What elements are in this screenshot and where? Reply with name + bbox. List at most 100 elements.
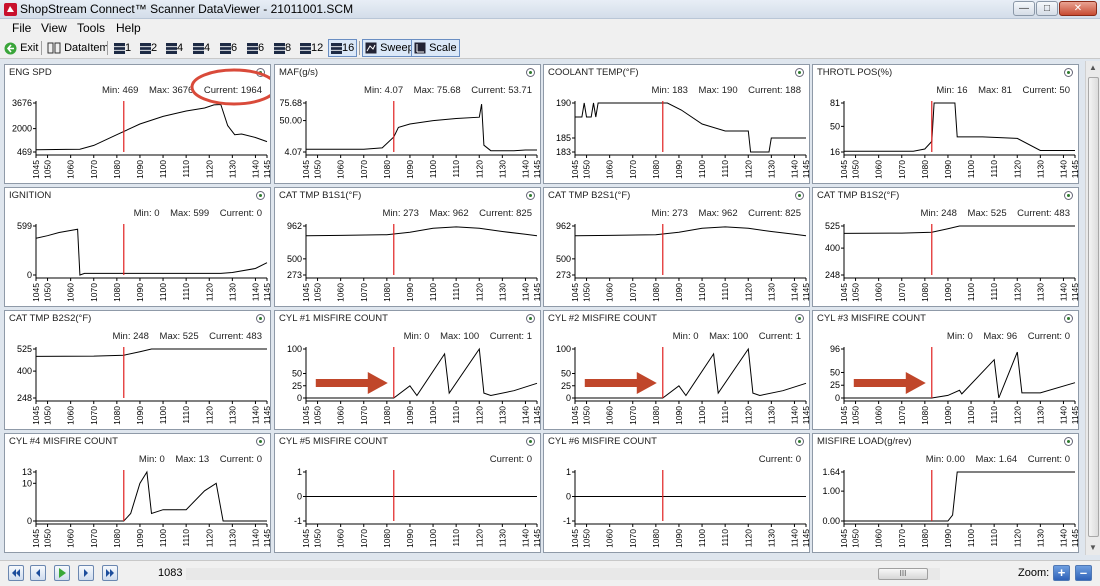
trace-plot: 190 185 183 1045 1050 1060 1070 1080 1090 1100 111… <box>556 98 809 179</box>
exit-button[interactable]: Exit <box>1 39 41 57</box>
x-tick-label: 1140 <box>789 406 799 425</box>
timeline-scrollbar[interactable]: III <box>186 568 940 580</box>
x-tick-label: 1090 <box>674 160 684 179</box>
x-tick-label: 1100 <box>966 160 976 179</box>
graph-panel-cat-tmp-b2s2-f[interactable]: CAT TMP B2S2(°F) Min: 248 Max: 525 Curren… <box>4 310 271 430</box>
graph-panel-cat-tmp-b1s1-f[interactable]: CAT TMP B1S1(°F) Min: 273 Max: 962 Curren… <box>274 187 541 307</box>
layout-4-button[interactable]: 4 <box>163 39 186 57</box>
exit-icon <box>4 42 17 55</box>
graph-panel-cyl-5-misfire-count[interactable]: CYL #5 MISFIRE COUNT Current: 0 1 0 -1 1045 10… <box>274 433 541 553</box>
plot-axes <box>35 347 267 402</box>
jump-end-button[interactable] <box>102 565 118 581</box>
y-tick-label: 1 <box>297 467 302 477</box>
trace-plot: 1310 0 1045 1050 1060 1070 1080 1090 1100 1110 112… <box>22 467 270 548</box>
x-tick-label: 1050 <box>851 160 861 179</box>
trace-plot: 75.68 50.00 4.07 1045 1050 1060 1070 1080 1090 11… <box>279 98 540 179</box>
zoom-in-button[interactable]: + <box>1053 565 1070 581</box>
timeline-thumb[interactable]: III <box>878 568 928 580</box>
step-back-button[interactable] <box>30 565 46 581</box>
data-trace-line <box>36 470 267 522</box>
y-tick-label: 400 <box>17 366 32 376</box>
zoom-out-button[interactable]: – <box>1075 565 1092 581</box>
layout-grid-icon <box>274 42 285 54</box>
x-tick-label: 1090 <box>135 406 145 425</box>
jump-start-button[interactable] <box>8 565 24 581</box>
x-tick-label: 1070 <box>359 283 369 302</box>
maximize-button[interactable]: □ <box>1036 1 1058 16</box>
layout-6-button[interactable]: 6 <box>244 39 267 57</box>
minimize-button[interactable]: — <box>1013 1 1035 16</box>
x-tick-label: 1140 <box>520 529 530 548</box>
y-tick-label: 10 <box>22 478 32 488</box>
x-tick-label: 1090 <box>674 406 684 425</box>
graph-panel-cyl-1-misfire-count[interactable]: CYL #1 MISFIRE COUNT Min: 0 Max: 100 Curr… <box>274 310 541 430</box>
scroll-up-icon[interactable]: ▲ <box>1089 63 1097 72</box>
play-button[interactable] <box>54 565 70 581</box>
x-tick-label: 1130 <box>766 406 776 425</box>
graph-panel-coolant-temp-f[interactable]: COOLANT TEMP(°F) Min: 183 Max: 190 Curren… <box>543 64 810 184</box>
x-tick-label: 1090 <box>405 160 415 179</box>
minus-icon: – <box>1079 565 1088 580</box>
graph-panel-maf-g-s[interactable]: MAF(g/s) Min: 4.07 Max: 75.68 Current: 53… <box>274 64 541 184</box>
x-tick-label: 1110 <box>989 160 999 178</box>
graph-panel-cyl-2-misfire-count[interactable]: CYL #2 MISFIRE COUNT Min: 0 Max: 100 Curr… <box>543 310 810 430</box>
menu-tools[interactable]: Tools <box>77 21 105 35</box>
data-trace-line <box>305 226 538 237</box>
layout-12-button[interactable]: 12 <box>297 39 326 57</box>
y-tick-label: -1 <box>294 516 302 526</box>
graph-panel-throtl-pos[interactable]: THROTL POS(%) Min: 16 Max: 81 Current: 50… <box>812 64 1079 184</box>
layout-grid-icon <box>140 42 151 54</box>
x-tick-label: 1120 <box>1012 529 1022 548</box>
x-tick-label: 1060 <box>605 160 615 179</box>
graph-panel-cat-tmp-b2s1-f[interactable]: CAT TMP B2S1(°F) Min: 273 Max: 962 Curren… <box>543 187 810 307</box>
y-tick-label: 248 <box>825 270 840 280</box>
layout-2-button[interactable]: 2 <box>137 39 160 57</box>
graph-panel-cyl-6-misfire-count[interactable]: CYL #6 MISFIRE COUNT Current: 0 1 0 -1 1045 10… <box>543 433 810 553</box>
scroll-down-icon[interactable]: ▼ <box>1089 543 1097 552</box>
data-trace-line <box>843 225 1075 234</box>
x-tick-label: 1145 <box>1070 529 1079 548</box>
step-forward-button[interactable] <box>78 565 94 581</box>
x-tick-label: 1045 <box>839 529 849 548</box>
graph-panel-misfire-load-g-rev[interactable]: MISFIRE LOAD(g/rev) Min: 0.00 Max: 1.64 C… <box>812 433 1079 553</box>
layout-1-button[interactable]: 1 <box>111 39 134 57</box>
x-tick-label: 1050 <box>313 283 323 302</box>
graph-panel-cyl-3-misfire-count[interactable]: CYL #3 MISFIRE COUNT Min: 0 Max: 96 Curre… <box>812 310 1079 430</box>
scale-icon <box>414 42 426 54</box>
sweep-button[interactable]: Sweep <box>362 39 417 57</box>
x-tick-label: 1045 <box>301 283 311 302</box>
vertical-scrollbar[interactable]: ▲ ▼ <box>1085 61 1100 555</box>
close-button[interactable]: ✕ <box>1059 1 1097 16</box>
x-tick-label: 1120 <box>743 160 753 179</box>
dataitem-button[interactable]: DataItem <box>44 39 112 57</box>
x-tick-label: 1110 <box>720 406 730 424</box>
graph-panel-cat-tmp-b1s2-f[interactable]: CAT TMP B1S2(°F) Min: 248 Max: 525 Curren… <box>812 187 1079 307</box>
menu-view[interactable]: View <box>41 21 67 35</box>
layout-16-button[interactable]: 16 <box>328 39 358 57</box>
x-tick-label: 1110 <box>720 160 730 178</box>
scale-button[interactable]: Scale <box>411 39 460 57</box>
plus-icon: + <box>1057 565 1066 580</box>
graph-panel-eng-spd[interactable]: ENG SPD Min: 469 Max: 3676 Current: 1964 3… <box>4 64 271 184</box>
x-tick-label: 1060 <box>874 160 884 179</box>
y-tick-label: 525 <box>17 344 32 354</box>
layout-8-button[interactable]: 8 <box>271 39 294 57</box>
data-trace-line <box>35 348 267 357</box>
trace-plot: 1 0 -1 1045 1050 1060 1070 1080 1090 1100 1110 1120… <box>294 467 540 548</box>
graph-panel-ignition[interactable]: IGNITION Min: 0 Max: 599 Current: 0 599 0 10… <box>4 187 271 307</box>
graph-panel-cyl-4-misfire-count[interactable]: CYL #4 MISFIRE COUNT Min: 0 Max: 13 Curre… <box>4 433 271 553</box>
x-tick-label: 1110 <box>989 529 999 547</box>
x-tick-label: 1130 <box>497 283 507 302</box>
x-tick-label: 1070 <box>89 529 99 548</box>
menu-file[interactable]: File <box>12 21 31 35</box>
layout-4-button[interactable]: 4 <box>190 39 213 57</box>
x-tick-label: 1130 <box>497 406 507 425</box>
scroll-thumb[interactable] <box>1088 77 1099 537</box>
x-tick-label: 1140 <box>250 283 260 302</box>
menu-help[interactable]: Help <box>116 21 141 35</box>
x-tick-label: 1050 <box>582 406 592 425</box>
layout-6-button[interactable]: 6 <box>217 39 240 57</box>
x-tick-label: 1120 <box>474 529 484 548</box>
x-tick-label: 1090 <box>943 160 953 179</box>
y-tick-label: 273 <box>287 270 302 280</box>
